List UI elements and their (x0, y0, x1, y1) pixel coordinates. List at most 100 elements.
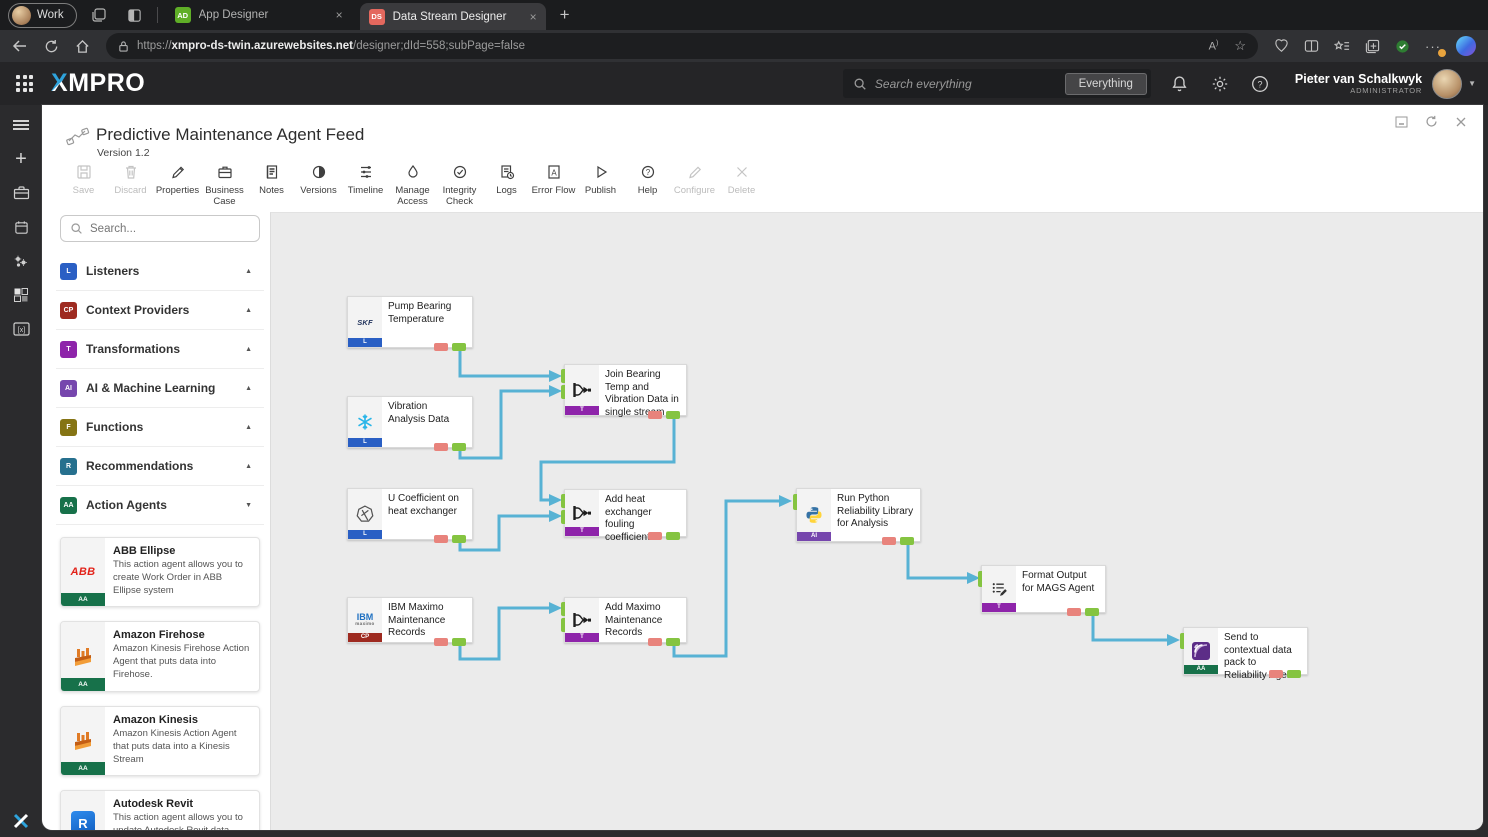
favorites-bar-icon[interactable] (1334, 39, 1350, 53)
category-action-agents[interactable]: AA Action Agents ▼ (56, 486, 264, 525)
toolbar-notes-button[interactable]: Notes (248, 163, 295, 207)
node-u-coefficient-heat-exchanger[interactable]: L U Coefficient on heat exchanger (347, 488, 473, 543)
error-output-port[interactable] (434, 343, 448, 351)
close-icon[interactable] (1455, 116, 1467, 128)
search-input[interactable] (874, 76, 1057, 91)
category-ai-machine-learning[interactable]: AI AI & Machine Learning ▲ (56, 369, 264, 408)
output-port[interactable] (666, 638, 680, 646)
reload-icon[interactable] (1425, 115, 1438, 128)
url-bar[interactable]: https://xmpro-ds-twin.azurewebsites.net/… (106, 33, 1258, 59)
error-output-port[interactable] (648, 411, 662, 419)
extension-icon[interactable] (1395, 39, 1410, 54)
toolbar-discard-button[interactable]: Discard (107, 163, 154, 207)
home-icon[interactable] (75, 39, 90, 54)
output-port[interactable] (900, 537, 914, 545)
site-permissions-icon[interactable] (118, 40, 129, 53)
output-port[interactable] (1287, 670, 1301, 678)
design-canvas[interactable]: SKF L Pump Bearing Temperature L Vibratio… (270, 212, 1483, 830)
toolbar-error-flow-button[interactable]: A Error Flow (530, 163, 577, 207)
app-switcher-icon[interactable] (16, 75, 33, 92)
minimize-icon[interactable] (1395, 116, 1408, 128)
data-stream-frame-icon[interactable]: [x] (9, 319, 33, 339)
notifications-bell-icon[interactable] (1169, 75, 1191, 93)
global-search[interactable]: Everything (842, 69, 1151, 98)
toolbar-logs-button[interactable]: Logs (483, 163, 530, 207)
error-output-port[interactable] (434, 535, 448, 543)
toolbar-delete-button[interactable]: Delete (718, 163, 765, 207)
toolbar-versions-button[interactable]: Versions (295, 163, 342, 207)
xmpro-logo[interactable]: X MPRO (51, 69, 145, 98)
split-screen-icon[interactable] (1304, 39, 1319, 53)
output-port[interactable] (666, 411, 680, 419)
favorite-star-icon[interactable]: ☆ (1234, 38, 1246, 54)
error-output-port[interactable] (1269, 670, 1283, 678)
browser-essentials-icon[interactable] (1274, 38, 1289, 54)
output-port[interactable] (452, 343, 466, 351)
toolbox-search[interactable] (60, 215, 260, 242)
node-send-contextual-data-pack[interactable]: AA Send to contextual data pack to Relia… (1180, 627, 1308, 681)
agent-abb-ellipse[interactable]: ABB AA ABB Ellipse This action agent allow… (60, 537, 260, 608)
node-pump-bearing-temperature[interactable]: SKF L Pump Bearing Temperature (347, 296, 473, 351)
error-output-port[interactable] (648, 532, 662, 540)
user-avatar[interactable] (1432, 68, 1463, 99)
toolbar-integrity-check-button[interactable]: Integrity Check (436, 163, 483, 207)
output-port[interactable] (1085, 608, 1099, 616)
error-output-port[interactable] (434, 638, 448, 646)
new-stream-icon[interactable]: + (9, 148, 33, 170)
calendar-icon[interactable] (9, 217, 33, 237)
toolbar-configure-button[interactable]: Configure (671, 163, 718, 207)
help-icon[interactable]: ? (1249, 75, 1271, 93)
toolbox-search-input[interactable] (90, 222, 250, 235)
apps-grid-icon[interactable] (9, 285, 33, 305)
node-add-maximo-maintenance-records[interactable]: T Add Maximo Maintenance Records (561, 597, 687, 646)
toolbar-save-button[interactable]: Save (60, 163, 107, 207)
refresh-icon[interactable] (44, 39, 59, 54)
toolbar-publish-button[interactable]: Publish (577, 163, 624, 207)
close-tab-icon[interactable]: × (530, 10, 537, 24)
toolbar-manage-access-button[interactable]: Manage Access (389, 163, 436, 207)
collections-icon[interactable] (1365, 39, 1380, 54)
toolbox-icon[interactable] (9, 183, 33, 203)
toolbar-help-button[interactable]: ? Help (624, 163, 671, 207)
category-context-providers[interactable]: CP Context Providers ▲ (56, 291, 264, 330)
chevron-down-icon[interactable]: ▼ (1468, 79, 1476, 88)
tab-data-stream-designer[interactable]: DS Data Stream Designer × (359, 3, 546, 30)
output-port[interactable] (452, 535, 466, 543)
agent-amazon-kinesis[interactable]: AA Amazon Kinesis Amazon Kinesis Action A… (60, 705, 260, 777)
user-menu[interactable]: Pieter van Schalkwyk ADMINISTRATOR (1295, 72, 1422, 95)
node-run-python-reliability-library[interactable]: AI Run Python Reliability Library for An… (793, 488, 921, 545)
output-port[interactable] (452, 638, 466, 646)
error-output-port[interactable] (434, 443, 448, 451)
read-aloud-icon[interactable]: A) (1209, 40, 1219, 53)
node-vibration-analysis-data[interactable]: L Vibration Analysis Data (347, 396, 473, 451)
category-functions[interactable]: F Functions ▲ (56, 408, 264, 447)
agent-amazon-firehose[interactable]: AA Amazon Firehose Amazon Kinesis Firehos… (60, 621, 260, 692)
toolbar-business-case-button[interactable]: Business Case (201, 163, 248, 207)
error-output-port[interactable] (882, 537, 896, 545)
category-transformations[interactable]: T Transformations ▲ (56, 330, 264, 369)
search-scope-button[interactable]: Everything (1064, 72, 1147, 95)
tab-app-designer[interactable]: AD App Designer × (166, 0, 352, 30)
copilot-icon[interactable] (1456, 36, 1476, 56)
node-add-heat-exchanger-fouling[interactable]: T Add heat exchanger fouling coefficient (561, 489, 687, 543)
output-port[interactable] (666, 532, 680, 540)
back-icon[interactable] (12, 39, 28, 53)
node-ibm-maximo-maintenance-records[interactable]: IBM maximo CP IBM Maximo Maintenance Recor… (347, 597, 473, 646)
error-output-port[interactable] (1067, 608, 1081, 616)
category-recommendations[interactable]: R Recommendations ▲ (56, 447, 264, 486)
tab-actions-icon[interactable] (121, 8, 149, 23)
node-format-output-mags-agent[interactable]: T Format Output for MAGS Agent (978, 565, 1106, 616)
menu-hamburger-icon[interactable] (9, 115, 33, 135)
toolbar-properties-button[interactable]: Properties (154, 163, 201, 207)
node-join-bearing-temp-vibration[interactable]: T Join Bearing Temp and Vibration Data i… (561, 364, 687, 419)
category-listeners[interactable]: L Listeners ▲ (56, 252, 264, 291)
settings-gear-icon[interactable] (1209, 75, 1231, 93)
agent-autodesk-revit[interactable]: RAA Autodesk RevitThis action agent allo… (60, 790, 260, 830)
output-port[interactable] (452, 443, 466, 451)
browser-profile-chip[interactable]: Work (8, 2, 77, 28)
error-output-port[interactable] (648, 638, 662, 646)
workspaces-icon[interactable] (85, 7, 113, 23)
integrations-gears-icon[interactable] (9, 251, 33, 271)
new-tab-button[interactable]: + (560, 5, 570, 25)
close-tab-icon[interactable]: × (336, 8, 343, 22)
